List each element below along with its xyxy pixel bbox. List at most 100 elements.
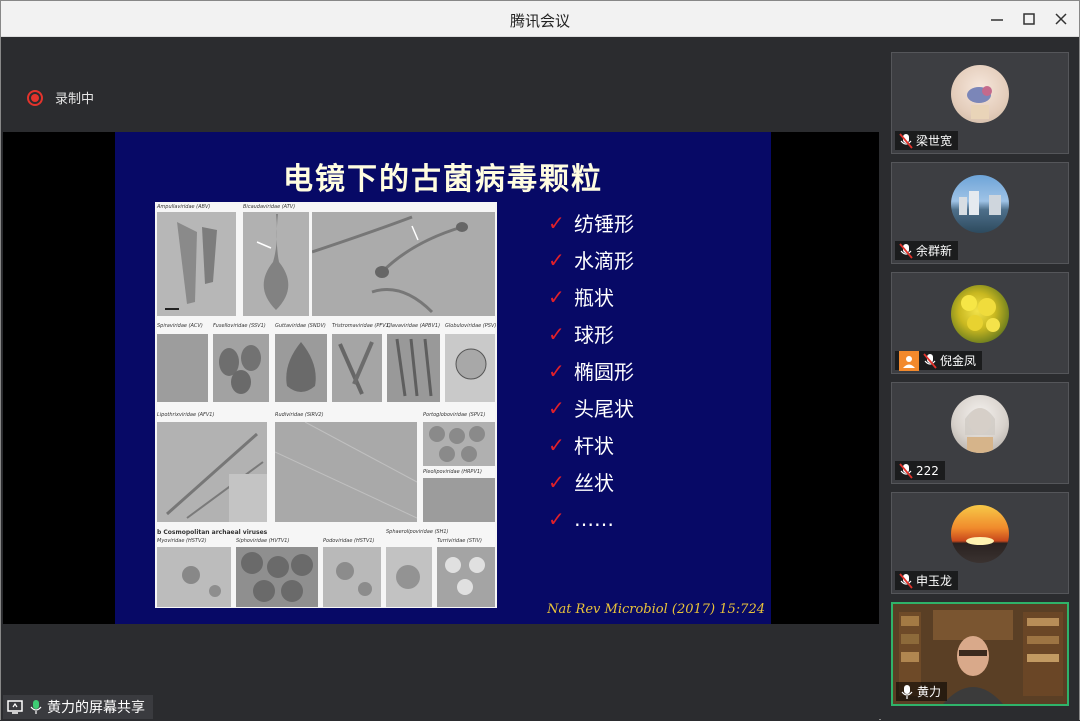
avatar — [951, 505, 1009, 563]
participant-nametag: 黄力 — [896, 682, 948, 701]
electron-micrograph-figure: Ampullaviridae (ABV) Bicaudaviridae (ATV… — [155, 202, 497, 608]
list-item: ✓ 球形 — [548, 321, 614, 348]
micrograph-globulo — [445, 334, 495, 402]
check-icon: ✓ — [548, 284, 565, 309]
fig-caption: Sphaerolipoviridae (SH1) — [386, 529, 449, 535]
micrograph-fusello — [213, 334, 269, 402]
avatar — [951, 285, 1009, 343]
micrograph-clava — [387, 334, 440, 402]
fig-caption: Globuloviridae (PSV) — [445, 323, 497, 329]
participant-nametag: 余群新 — [895, 241, 959, 260]
participant-name: 黄力 — [917, 685, 942, 699]
list-item: ✓ 头尾状 — [548, 395, 634, 422]
avatar — [951, 395, 1009, 453]
recording-label: 录制中 — [55, 92, 95, 107]
close-icon[interactable] — [1049, 7, 1073, 31]
avatar — [951, 175, 1009, 233]
participant-panel: 梁世宽 余群新 倪金凤 222 申玉龙 黄力 — [881, 37, 1079, 721]
fig-caption: Ampullaviridae (ABV) — [157, 204, 211, 210]
fig-caption: Lipothrixviridae (AFV1) — [157, 412, 215, 418]
slide-title: 电镜下的古菌病毒颗粒 — [283, 162, 603, 197]
muted-mic-icon — [899, 462, 913, 479]
participant-name: 申玉龙 — [916, 574, 953, 588]
micrograph-turri — [437, 547, 495, 607]
micrograph-ampulla — [157, 212, 236, 316]
check-icon: ✓ — [548, 395, 565, 420]
bottom-bar: 黄力的屏幕共享 — [1, 691, 879, 721]
screen-share-label: 黄力的屏幕共享 — [47, 700, 145, 716]
participant-tile[interactable]: 222 — [891, 382, 1069, 484]
check-icon: ✓ — [548, 506, 565, 531]
window-title: 腾讯会议 — [509, 12, 570, 30]
fig-caption: Fuselloviridae (SSV1) — [213, 323, 266, 329]
fig-caption: Turriviridae (STIV) — [437, 538, 482, 544]
micrograph-sipho — [236, 547, 318, 607]
participant-nametag: 申玉龙 — [895, 571, 959, 590]
micrograph-tristroma — [332, 334, 382, 402]
slide-citation: Nat Rev Microbiol (2017) 15:724 — [547, 602, 765, 617]
micrograph-myo — [157, 547, 231, 607]
fig-caption: Podoviridae (HSTV1) — [323, 538, 375, 544]
fig-caption: Portogloboviridae (SPV1) — [423, 412, 486, 418]
participant-name: 梁世宽 — [916, 134, 953, 148]
fig-caption: Spiraviridae (ACV) — [157, 323, 203, 329]
participant-tile[interactable]: 梁世宽 — [891, 52, 1069, 154]
check-icon: ✓ — [548, 321, 565, 346]
main-stage: 录制中 电镜下的古菌病毒颗粒 Ampullaviridae (ABV) Bica… — [3, 37, 879, 691]
participant-nametag: 222 — [895, 461, 945, 480]
check-icon: ✓ — [548, 358, 565, 383]
maximize-icon[interactable] — [1017, 7, 1041, 31]
list-item: ✓ 杆状 — [548, 432, 614, 459]
micrograph-bicauda — [243, 212, 309, 316]
check-icon: ✓ — [548, 432, 565, 457]
presentation-slide: 电镜下的古菌病毒颗粒 Ampullaviridae (ABV) Bicaudav… — [115, 132, 771, 624]
screen-share-badge[interactable]: 黄力的屏幕共享 — [3, 695, 153, 719]
avatar — [951, 65, 1009, 123]
fig-caption: Bicaudaviridae (ATV) — [243, 204, 296, 210]
list-item: ✓ 椭圆形 — [548, 358, 634, 385]
fig-caption: Myoviridae (HSTV2) — [157, 538, 207, 544]
fig-caption: Guttaviridae (SNDV) — [275, 323, 326, 329]
participant-nametag: 梁世宽 — [895, 131, 959, 150]
list-item: ✓ 瓶状 — [548, 284, 614, 311]
recording-indicator[interactable]: 录制中 — [27, 88, 94, 107]
participant-tile[interactable]: 余群新 — [891, 162, 1069, 264]
micrograph-pleolipo — [423, 478, 495, 522]
microphone-icon — [30, 700, 42, 714]
list-item: ✓ 水滴形 — [548, 247, 634, 274]
minimize-icon[interactable] — [985, 7, 1009, 31]
muted-mic-icon — [899, 242, 913, 259]
micrograph-spira — [157, 334, 208, 402]
participant-tile-active[interactable]: 黄力 — [891, 602, 1069, 706]
micrograph-lipothrix — [157, 422, 267, 522]
microphone-icon — [901, 684, 913, 699]
fig-caption: Tristromaviridae (PFV1) — [332, 323, 391, 329]
micrograph-rudi — [275, 422, 417, 522]
muted-mic-icon — [923, 352, 937, 369]
fig-caption: Siphoviridae (HVTV1) — [236, 538, 290, 544]
micrograph-sphaerolipo — [386, 547, 432, 607]
micrograph-bicauda-tails — [312, 212, 495, 316]
participant-tile[interactable]: 倪金凤 — [891, 272, 1069, 374]
shape-list: ✓ 纺锤形 ✓ 水滴形 ✓ 瓶状 ✓ 球形 ✓ 椭圆形 ✓ 头尾状 ✓ 杆状 ✓ 丝状 ✓…… — [548, 204, 634, 537]
participant-name: 倪金凤 — [940, 354, 977, 368]
screen-share-icon — [7, 700, 23, 714]
micrograph-gutta — [275, 334, 327, 402]
list-item: ✓…… — [548, 506, 614, 531]
fig-caption: Clavaviridae (APBV1) — [387, 323, 441, 329]
host-icon — [899, 350, 919, 371]
fig-section-label: b Cosmopolitan archaeal viruses — [157, 529, 268, 536]
list-item: ✓ 纺锤形 — [548, 210, 634, 237]
fig-caption: Pleolipoviridae (HRPV1) — [423, 469, 482, 475]
check-icon: ✓ — [548, 247, 565, 272]
shared-screen[interactable]: 电镜下的古菌病毒颗粒 Ampullaviridae (ABV) Bicaudav… — [3, 132, 879, 624]
muted-mic-icon — [899, 572, 913, 589]
participant-name: 222 — [916, 463, 939, 478]
micrograph-portoglobo — [423, 422, 495, 466]
check-icon: ✓ — [548, 469, 565, 494]
participant-name: 余群新 — [916, 244, 953, 258]
check-icon: ✓ — [548, 210, 565, 235]
participant-tile[interactable]: 申玉龙 — [891, 492, 1069, 594]
title-bar: 腾讯会议 — [1, 1, 1079, 37]
muted-mic-icon — [899, 132, 913, 149]
